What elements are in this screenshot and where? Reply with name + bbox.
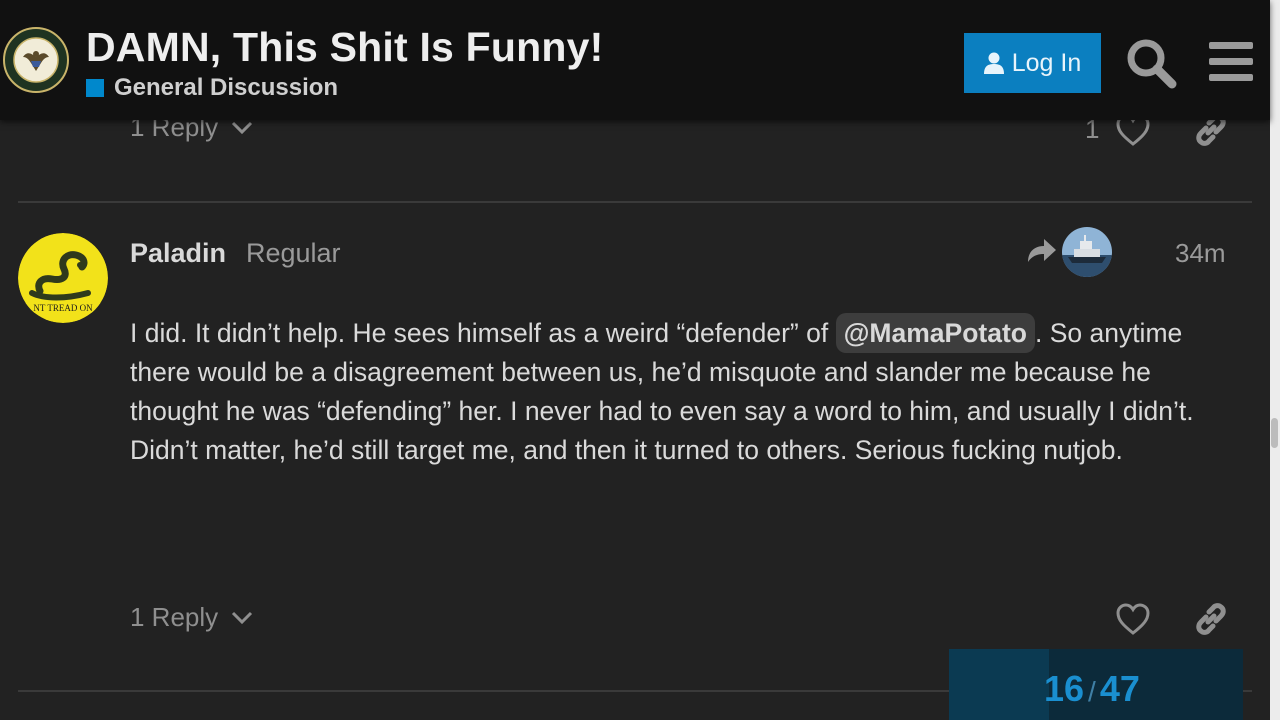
page-scrollbar[interactable]: [1270, 0, 1280, 720]
reply-to-arrow-icon[interactable]: [1024, 236, 1058, 266]
post-body: I did. It didn’t help. He sees himself a…: [130, 313, 1240, 470]
post-replies-label: 1 Reply: [130, 602, 219, 632]
timeline-current: 16: [1044, 668, 1085, 709]
post-time[interactable]: 34m: [1175, 238, 1226, 269]
link-icon[interactable]: [1193, 602, 1229, 636]
post-divider: [18, 201, 1252, 203]
timeline-separator: /: [1088, 676, 1096, 707]
heart-icon[interactable]: [1115, 602, 1151, 636]
army-seal-logo-icon[interactable]: [3, 27, 69, 93]
post-text-part: I did. It didn’t help. He sees himself a…: [130, 318, 836, 348]
site-header: DAMN, This Shit Is Funny! General Discus…: [0, 0, 1270, 120]
svg-text:NT TREAD ON: NT TREAD ON: [33, 303, 93, 313]
search-icon[interactable]: [1124, 36, 1178, 90]
scrollbar-thumb[interactable]: [1271, 418, 1278, 448]
post-username[interactable]: Paladin: [130, 238, 226, 269]
post-replies-toggle[interactable]: 1 Reply: [130, 602, 254, 633]
timeline-total: 47: [1099, 668, 1140, 709]
post-user-title: Regular: [246, 238, 341, 268]
timeline-progress-fill: [949, 649, 1049, 720]
login-button[interactable]: Log In: [964, 33, 1101, 93]
hamburger-menu-icon[interactable]: [1206, 38, 1256, 86]
user-icon: [983, 52, 1004, 74]
topic-title[interactable]: DAMN, This Shit Is Funny!: [86, 24, 603, 71]
timeline-position[interactable]: 16/47: [1044, 668, 1140, 710]
chevron-down-icon: [232, 121, 253, 134]
reply-to-avatar[interactable]: [1062, 227, 1112, 277]
category-badge[interactable]: General Discussion: [86, 74, 338, 102]
ship-avatar-image: [1062, 227, 1112, 277]
category-color-swatch: [86, 79, 104, 97]
category-name: General Discussion: [114, 74, 339, 101]
avatar[interactable]: NT TREAD ON: [18, 233, 108, 323]
chevron-down-icon: [232, 611, 253, 624]
topic-page: 1 Reply 1 NT TREAD ON Paladin Regular 34…: [0, 0, 1280, 720]
user-mention[interactable]: @MamaPotato: [835, 313, 1035, 353]
gadsden-flag-avatar-image: NT TREAD ON: [18, 233, 108, 323]
login-button-label: Log In: [1011, 48, 1082, 77]
